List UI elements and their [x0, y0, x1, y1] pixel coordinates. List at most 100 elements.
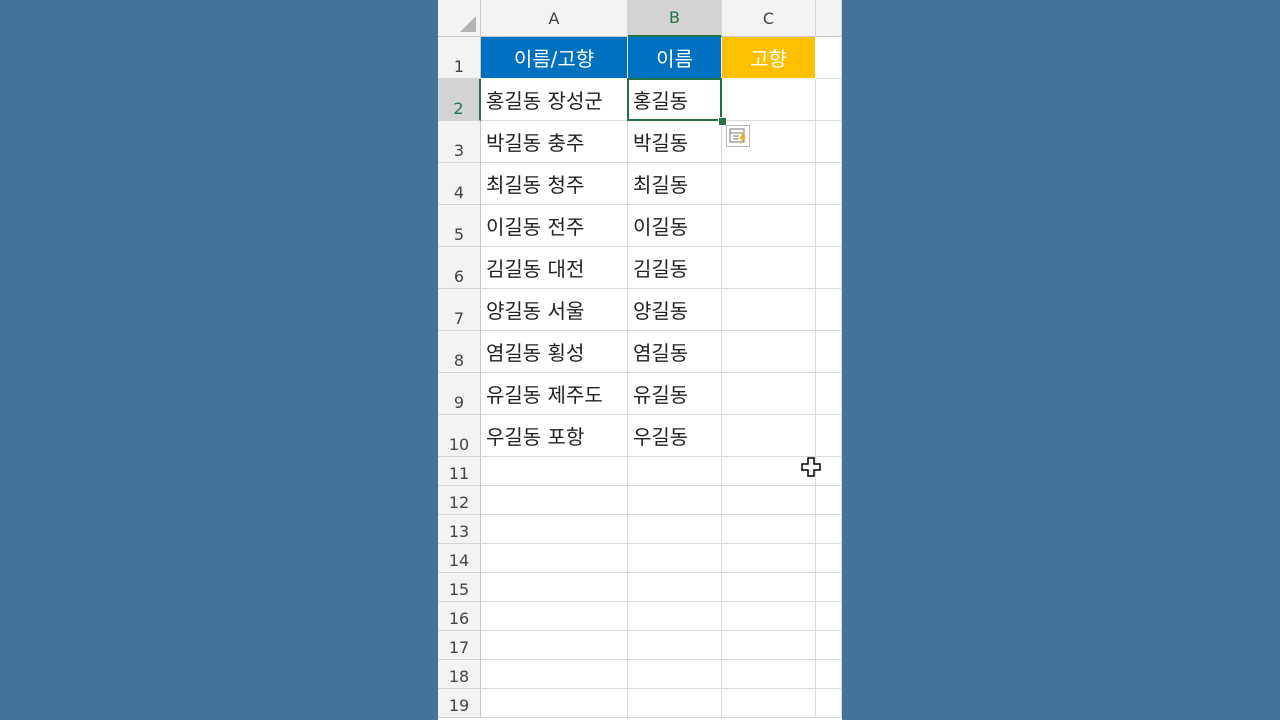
cell-d14[interactable] [816, 544, 842, 573]
cell-d18[interactable] [816, 660, 842, 689]
row-header-10[interactable]: 10 [438, 415, 481, 457]
cell-a9[interactable]: 유길동 제주도 [481, 373, 628, 415]
cell-d19[interactable] [816, 689, 842, 718]
cell-d1[interactable] [816, 37, 842, 79]
cell-a1[interactable]: 이름/고향 [481, 37, 628, 79]
cell-a12[interactable] [481, 486, 628, 515]
cell-d5[interactable] [816, 205, 842, 247]
row-header-6[interactable]: 6 [438, 247, 481, 289]
cell-a11[interactable] [481, 457, 628, 486]
cell-a2[interactable]: 홍길동 장성군 [481, 79, 628, 121]
cell-b6[interactable]: 김길동 [628, 247, 722, 289]
cell-c6[interactable] [722, 247, 816, 289]
cell-b4[interactable]: 최길동 [628, 163, 722, 205]
cell-c15[interactable] [722, 573, 816, 602]
cell-b19[interactable] [628, 689, 722, 718]
cell-d3[interactable] [816, 121, 842, 163]
cell-d17[interactable] [816, 631, 842, 660]
cell-c17[interactable] [722, 631, 816, 660]
cell-b16[interactable] [628, 602, 722, 631]
select-all-button[interactable] [438, 0, 481, 37]
column-header-c[interactable]: C [722, 0, 816, 37]
cell-b14[interactable] [628, 544, 722, 573]
row-header-7[interactable]: 7 [438, 289, 481, 331]
cell-b10[interactable]: 우길동 [628, 415, 722, 457]
cell-a18[interactable] [481, 660, 628, 689]
row-header-9[interactable]: 9 [438, 373, 481, 415]
cell-a16[interactable] [481, 602, 628, 631]
flash-fill-options-icon[interactable] [726, 125, 750, 147]
cell-c18[interactable] [722, 660, 816, 689]
cell-c16[interactable] [722, 602, 816, 631]
row-header-13[interactable]: 13 [438, 515, 481, 544]
cell-c10[interactable] [722, 415, 816, 457]
cell-a17[interactable] [481, 631, 628, 660]
row-header-3[interactable]: 3 [438, 121, 481, 163]
cell-c8[interactable] [722, 331, 816, 373]
cell-d6[interactable] [816, 247, 842, 289]
cell-a14[interactable] [481, 544, 628, 573]
row-header-5[interactable]: 5 [438, 205, 481, 247]
cell-b11[interactable] [628, 457, 722, 486]
row-header-11[interactable]: 11 [438, 457, 481, 486]
cell-c7[interactable] [722, 289, 816, 331]
cell-c13[interactable] [722, 515, 816, 544]
row-header-17[interactable]: 17 [438, 631, 481, 660]
cell-a19[interactable] [481, 689, 628, 718]
column-header-d[interactable] [816, 0, 842, 37]
cross-cursor-icon [800, 456, 822, 482]
cell-b18[interactable] [628, 660, 722, 689]
cell-a3[interactable]: 박길동 충주 [481, 121, 628, 163]
cell-b1[interactable]: 이름 [628, 37, 722, 79]
cell-a7[interactable]: 양길동 서울 [481, 289, 628, 331]
cell-d15[interactable] [816, 573, 842, 602]
cell-a6[interactable]: 김길동 대전 [481, 247, 628, 289]
cell-c1[interactable]: 고향 [722, 37, 816, 79]
cell-b17[interactable] [628, 631, 722, 660]
cell-d4[interactable] [816, 163, 842, 205]
cell-b13[interactable] [628, 515, 722, 544]
row-header-19[interactable]: 19 [438, 689, 481, 718]
cell-c4[interactable] [722, 163, 816, 205]
row-header-8[interactable]: 8 [438, 331, 481, 373]
row-header-14[interactable]: 14 [438, 544, 481, 573]
cell-a5[interactable]: 이길동 전주 [481, 205, 628, 247]
cell-d8[interactable] [816, 331, 842, 373]
row-header-15[interactable]: 15 [438, 573, 481, 602]
row-header-16[interactable]: 16 [438, 602, 481, 631]
row-header-2[interactable]: 2 [438, 79, 481, 121]
cell-c9[interactable] [722, 373, 816, 415]
cell-a10[interactable]: 우길동 포항 [481, 415, 628, 457]
cell-b12[interactable] [628, 486, 722, 515]
row-header-18[interactable]: 18 [438, 660, 481, 689]
cell-c5[interactable] [722, 205, 816, 247]
cell-d7[interactable] [816, 289, 842, 331]
cell-b7[interactable]: 양길동 [628, 289, 722, 331]
cell-b15[interactable] [628, 573, 722, 602]
cell-b8[interactable]: 염길동 [628, 331, 722, 373]
cell-d12[interactable] [816, 486, 842, 515]
cell-d13[interactable] [816, 515, 842, 544]
cell-a13[interactable] [481, 515, 628, 544]
cell-d10[interactable] [816, 415, 842, 457]
row-header-4[interactable]: 4 [438, 163, 481, 205]
cell-b2[interactable]: 홍길동 [628, 79, 722, 121]
cell-c19[interactable] [722, 689, 816, 718]
cell-a4[interactable]: 최길동 청주 [481, 163, 628, 205]
row-header-1[interactable]: 1 [438, 37, 481, 79]
cell-b3[interactable]: 박길동 [628, 121, 722, 163]
cell-a8[interactable]: 염길동 횡성 [481, 331, 628, 373]
spreadsheet: ABC 1 2 3 4 5 6 7 8 9 10 11 12 13 14 15 16 17 18 19 이름/고향 이… [438, 0, 842, 720]
column-header-a[interactable]: A [481, 0, 628, 37]
cell-b5[interactable]: 이길동 [628, 205, 722, 247]
cell-c2[interactable] [722, 79, 816, 121]
cell-d9[interactable] [816, 373, 842, 415]
cell-d16[interactable] [816, 602, 842, 631]
column-header-b[interactable]: B [628, 0, 722, 37]
cell-b9[interactable]: 유길동 [628, 373, 722, 415]
cell-c14[interactable] [722, 544, 816, 573]
row-header-12[interactable]: 12 [438, 486, 481, 515]
cell-a15[interactable] [481, 573, 628, 602]
cell-d2[interactable] [816, 79, 842, 121]
cell-c12[interactable] [722, 486, 816, 515]
